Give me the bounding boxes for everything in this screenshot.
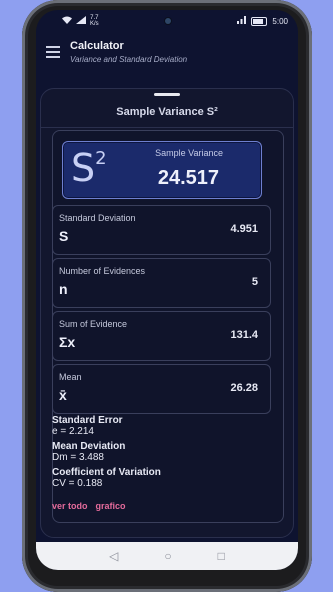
sample-variance-card: S2 Sample Variance 24.517 xyxy=(62,141,262,199)
stat-symbol: x̄ xyxy=(59,387,67,403)
stat-label: Sum of Evidence xyxy=(59,319,128,329)
stat-symbol: n xyxy=(59,281,68,297)
stat-symbol: S xyxy=(59,228,69,244)
stat-label: Number of Evidences xyxy=(59,266,146,276)
home-icon[interactable]: ○ xyxy=(164,549,171,563)
app-screen: 7.7 K/s 5:00 Calculator Variance and Sta… xyxy=(36,10,298,570)
sample-variance-value: 24.517 xyxy=(157,167,219,189)
sheet-title: Sample Variance S² xyxy=(116,106,218,118)
recent-apps-icon[interactable]: □ xyxy=(218,549,225,563)
see-all-link[interactable]: ver todo xyxy=(52,501,88,511)
results-card: S2 Sample Variance 24.517 Standard Devia… xyxy=(52,130,284,523)
app-bar: Calculator Variance and Standard Deviati… xyxy=(36,32,298,72)
extra-statistics: Standard Error e = 2.214 Mean Deviation … xyxy=(52,415,161,493)
stat-value: 131.4 xyxy=(230,329,258,341)
stat-standard-deviation: Standard Deviation S 4.951 xyxy=(52,205,271,255)
standard-error: Standard Error e = 2.214 xyxy=(52,415,123,437)
sample-variance-label: Sample Variance xyxy=(155,148,223,158)
stat-label: Mean xyxy=(59,372,82,382)
bottom-sheet: Sample Variance S² S2 Sample Variance 24… xyxy=(40,88,294,538)
app-title: Calculator xyxy=(70,40,124,52)
mean-deviation: Mean Deviation Dm = 3.488 xyxy=(52,441,126,463)
signal-bars-icon xyxy=(237,16,247,26)
battery-icon xyxy=(251,16,268,26)
back-icon[interactable]: ◁ xyxy=(109,549,118,563)
stat-symbol: Σx xyxy=(59,334,76,350)
variance-symbol: S2 xyxy=(71,146,107,190)
chart-link[interactable]: grafico xyxy=(96,501,126,511)
network-speed: 7.7 K/s xyxy=(90,15,99,27)
system-nav-bar: ◁ ○ □ xyxy=(36,542,298,570)
front-camera xyxy=(165,18,172,24)
stat-mean: Mean x̄ 26.28 xyxy=(52,364,271,414)
coefficient-of-variation: Coefficient of Variation CV = 0.188 xyxy=(52,467,161,489)
app-subtitle: Variance and Standard Deviation xyxy=(70,55,188,64)
stat-number-of-evidences: Number of Evidences n 5 xyxy=(52,258,271,308)
stat-value: 5 xyxy=(251,276,258,288)
menu-icon[interactable] xyxy=(46,43,60,61)
signal-icon xyxy=(76,16,86,26)
action-links: ver todo grafico xyxy=(52,501,126,511)
wifi-icon xyxy=(62,16,72,26)
divider xyxy=(41,127,293,128)
clock: 5:00 xyxy=(272,16,288,26)
stat-label: Standard Deviation xyxy=(59,213,136,223)
stat-value: 26.28 xyxy=(230,382,258,394)
stat-value: 4.951 xyxy=(230,223,258,235)
status-bar: 7.7 K/s 5:00 xyxy=(36,10,298,32)
sheet-drag-handle[interactable] xyxy=(154,93,180,96)
stat-sum-of-evidence: Sum of Evidence Σx 131.4 xyxy=(52,311,271,361)
